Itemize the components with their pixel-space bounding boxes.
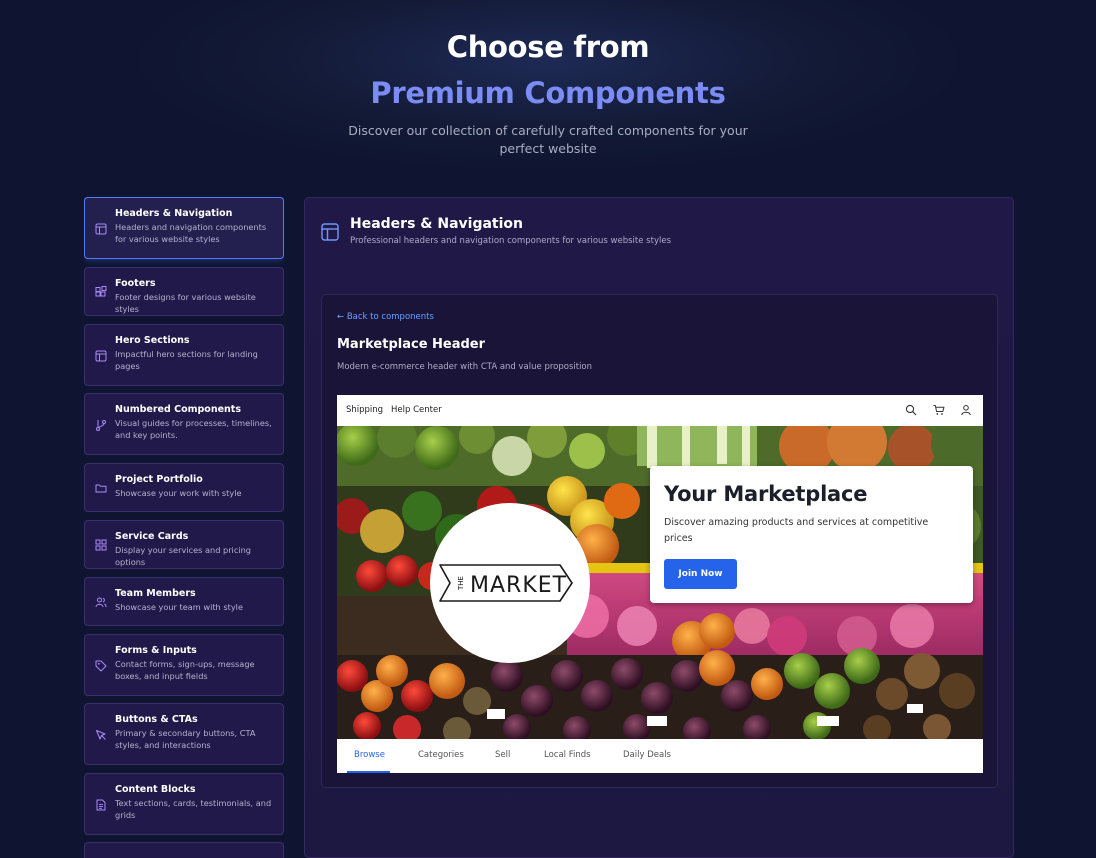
category-desc: Showcase your work with style: [115, 488, 242, 498]
category-title: Content Blocks: [115, 784, 196, 795]
cta-title: Your Marketplace: [664, 482, 868, 506]
category-team-members[interactable]: Team Members Showcase your team with sty…: [84, 577, 284, 626]
category-title: Buttons & CTAs: [115, 714, 198, 725]
category-desc: Footer designs for various website style…: [115, 292, 256, 314]
category-hero-sections[interactable]: Hero Sections Impactful hero sections fo…: [84, 324, 284, 386]
tag-icon: [95, 660, 107, 672]
category-service-cards[interactable]: Service Cards Display your services and …: [84, 520, 284, 569]
component-subtitle: Modern e-commerce header with CTA and va…: [337, 362, 593, 372]
category-footers[interactable]: Footers Footer designs for various websi…: [84, 267, 284, 316]
category-desc: Text sections, cards, testimonials, and …: [115, 798, 272, 820]
category-title: Headers & Navigation: [115, 208, 233, 219]
component-panel: Headers & Navigation Professional header…: [304, 197, 1014, 858]
cta-description: Discover amazing products and services a…: [664, 517, 929, 544]
layout-icon: [321, 223, 339, 241]
folder-icon: [95, 484, 107, 493]
market-produce-photo: THE MARKET Your Marketplace Discover ama…: [337, 426, 983, 739]
hero-title-line1: Choose from: [446, 30, 650, 64]
category-forms-inputs[interactable]: Forms & Inputs Contact forms, sign-ups, …: [84, 634, 284, 696]
hero-title-line2: Premium Components: [370, 76, 726, 110]
category-desc: Contact forms, sign-ups, message boxes, …: [115, 659, 255, 681]
panel-title: Headers & Navigation: [350, 216, 524, 232]
category-desc: Headers and navigation components for va…: [115, 222, 267, 244]
tab-daily-deals[interactable]: Daily Deals: [623, 750, 671, 760]
category-title: Footers: [115, 278, 156, 289]
search-icon[interactable]: [905, 404, 917, 416]
category-desc: Display your services and pricing option…: [115, 545, 251, 567]
category-desc: Visual guides for processes, timelines, …: [115, 418, 272, 440]
grid-icon: [95, 539, 107, 551]
category-desc: Impactful hero sections for landing page…: [115, 349, 258, 371]
help-center-link[interactable]: Help Center: [391, 405, 442, 415]
logo-text: MARKET: [470, 573, 567, 598]
marketplace-header-preview: Shipping Help Center THE MARKET Your Mar…: [337, 395, 983, 773]
back-to-components-link[interactable]: ← Back to components: [337, 312, 434, 322]
panel-subtitle: Professional headers and navigation comp…: [350, 236, 671, 246]
category-title: Team Members: [115, 588, 196, 599]
tab-browse[interactable]: Browse: [354, 750, 385, 760]
layout-icon: [95, 350, 107, 362]
category-project-portfolio[interactable]: Project Portfolio Showcase your work wit…: [84, 463, 284, 512]
component-card: ← Back to components Marketplace Header …: [321, 294, 998, 788]
tab-categories[interactable]: Categories: [418, 750, 464, 760]
category-title: Numbered Components: [115, 404, 241, 415]
preview-tabs: Browse Categories Sell Local Finds Daily…: [337, 739, 983, 773]
component-title: Marketplace Header: [337, 337, 486, 352]
git-branch-icon: [96, 420, 106, 431]
cart-icon[interactable]: [933, 404, 945, 416]
cta-card: Your Marketplace Discover amazing produc…: [650, 466, 973, 603]
category-desc: Showcase your team with style: [115, 602, 243, 612]
shipping-link[interactable]: Shipping: [346, 405, 383, 415]
category-sidebar: Headers & Navigation Headers and navigat…: [84, 197, 284, 858]
category-desc: Primary & secondary buttons, CTA styles,…: [115, 728, 256, 750]
preview-topbar: Shipping Help Center: [337, 395, 983, 426]
join-now-button[interactable]: Join Now: [664, 559, 737, 589]
category-title: Hero Sections: [115, 335, 190, 346]
user-icon[interactable]: [960, 404, 972, 416]
category-title: Service Cards: [115, 531, 189, 542]
document-icon: [96, 799, 106, 811]
logo-prefix: THE: [457, 576, 465, 591]
category-partial[interactable]: [84, 842, 284, 858]
cursor-icon: [96, 730, 106, 740]
category-content-blocks[interactable]: Content Blocks Text sections, cards, tes…: [84, 773, 284, 835]
category-buttons-ctas[interactable]: Buttons & CTAs Primary & secondary butto…: [84, 703, 284, 765]
category-title: Project Portfolio: [115, 474, 203, 485]
tab-local-finds[interactable]: Local Finds: [544, 750, 591, 760]
hero-subtitle: Discover our collection of carefully cra…: [348, 123, 748, 156]
category-title: Forms & Inputs: [115, 645, 197, 656]
layout-icon: [95, 223, 107, 235]
active-tab-indicator: [347, 771, 390, 773]
market-logo-mark: THE MARKET: [439, 564, 573, 602]
category-headers-navigation[interactable]: Headers & Navigation Headers and navigat…: [84, 197, 284, 259]
blocks-icon: [95, 286, 107, 297]
category-numbered-components[interactable]: Numbered Components Visual guides for pr…: [84, 393, 284, 455]
users-icon: [95, 597, 107, 608]
the-market-logo: THE MARKET: [430, 503, 590, 663]
tab-sell[interactable]: Sell: [495, 750, 510, 760]
